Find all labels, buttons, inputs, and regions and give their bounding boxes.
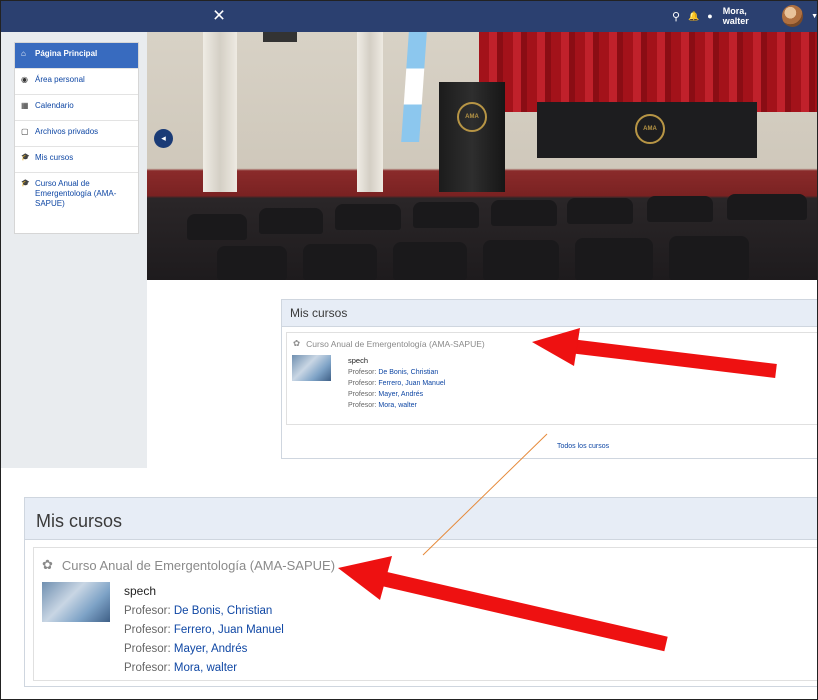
sidebar-item-my-courses[interactable]: 🎓 Mis cursos	[15, 147, 138, 173]
sidebar: ⌂ Página Principal ◉ Área personal ▦ Cal…	[0, 32, 147, 468]
graduation-cap-icon: 🎓	[21, 154, 30, 161]
teacher-label: Profesor:	[124, 643, 171, 655]
sidebar-item-dashboard[interactable]: ◉ Área personal	[15, 69, 138, 95]
seat	[413, 202, 479, 228]
sidebar-item-course[interactable]: 🎓 Curso Anual de Emergentología (AMA-SAP…	[15, 173, 138, 233]
file-icon: ▢	[21, 127, 29, 136]
curtain	[479, 32, 818, 112]
all-courses-link[interactable]: Todos los cursos	[557, 443, 609, 450]
sidebar-item-home[interactable]: ⌂ Página Principal	[15, 43, 138, 69]
pillar	[357, 32, 383, 192]
course-icon: ✿	[293, 338, 301, 348]
seat	[669, 236, 749, 280]
teacher-line: Profesor: De Bonis, Christian	[124, 605, 272, 617]
logo-emblem: AMA	[457, 102, 487, 132]
course-thumbnail[interactable]	[292, 355, 331, 381]
sidebar-item-label: Página Principal	[35, 49, 98, 58]
teacher-line: Profesor: Mora, walter	[348, 402, 417, 409]
top-navbar: × ⚲ 🔔 ● Mora, walter ▼	[0, 0, 818, 32]
course-card: ✿ Curso Anual de Emergentología (AMA-SAP…	[286, 332, 818, 425]
seat	[259, 208, 323, 234]
teacher-link[interactable]: Mayer, Andrés	[174, 643, 248, 655]
chat-icon[interactable]: ●	[707, 11, 712, 21]
navbar-actions: ⚲ 🔔 ● Mora, walter ▼	[672, 0, 818, 32]
flag	[401, 32, 427, 142]
course-card: ✿ Curso Anual de Emergentología (AMA-SAP…	[33, 547, 818, 681]
navigation-block: ⌂ Página Principal ◉ Área personal ▦ Cal…	[14, 42, 139, 234]
seat	[567, 198, 633, 224]
sidebar-item-label: Archivos privados	[35, 127, 99, 136]
dashboard-icon: ◉	[21, 75, 28, 84]
logo-emblem: AMA	[635, 114, 665, 144]
teacher-label: Profesor:	[124, 624, 171, 636]
course-icon: ✿	[42, 557, 53, 572]
block-title: Mis cursos	[282, 300, 818, 327]
chevron-down-icon[interactable]: ▼	[811, 13, 818, 20]
teacher-line: Profesor: Mayer, Andrés	[348, 391, 423, 398]
teacher-link[interactable]: De Bonis, Christian	[174, 605, 272, 617]
pillar	[203, 32, 237, 192]
sidebar-item-label: Calendario	[35, 101, 74, 110]
sidebar-item-private-files[interactable]: ▢ Archivos privados	[15, 121, 138, 147]
course-thumbnail[interactable]	[42, 582, 110, 622]
course-title-link[interactable]: ✿ Curso Anual de Emergentología (AMA-SAP…	[293, 338, 485, 349]
teacher-line: Profesor: Ferrero, Juan Manuel	[348, 380, 445, 387]
hero-image: AMA AMA	[147, 32, 818, 280]
search-icon[interactable]: ⚲	[672, 10, 680, 23]
course-summary: spech	[124, 584, 157, 598]
seat	[727, 194, 807, 220]
carousel-prev-button[interactable]: ◂	[154, 129, 173, 148]
course-title[interactable]: Curso Anual de Emergentología (AMA-SAPUE…	[306, 339, 485, 349]
course-summary: spech	[348, 356, 369, 365]
seat	[393, 242, 467, 280]
seat	[217, 246, 287, 280]
seat	[575, 238, 653, 280]
my-courses-block-small: Mis cursos ✿ Curso Anual de Emergentolog…	[281, 299, 818, 459]
seat	[303, 244, 377, 280]
teacher-link[interactable]: Ferrero, Juan Manuel	[378, 380, 445, 387]
teacher-link[interactable]: Mora, walter	[378, 402, 417, 409]
teacher-label: Profesor:	[348, 369, 377, 376]
teacher-line: Profesor: Mora, walter	[124, 662, 237, 674]
sidebar-item-calendar[interactable]: ▦ Calendario	[15, 95, 138, 121]
sidebar-item-label: Área personal	[35, 75, 85, 84]
sidebar-item-label: Curso Anual de Emergentología (AMA-SAPUE…	[35, 179, 117, 208]
stage-table: AMA	[537, 102, 757, 158]
course-title[interactable]: Curso Anual de Emergentología (AMA-SAPUE…	[62, 558, 335, 573]
my-courses-block-zoomed: Mis cursos ✿ Curso Anual de Emergentolog…	[24, 497, 818, 687]
teacher-label: Profesor:	[348, 391, 377, 398]
teacher-line: Profesor: Mayer, Andrés	[124, 643, 247, 655]
teacher-label: Profesor:	[124, 605, 171, 617]
bell-icon[interactable]: 🔔	[688, 11, 699, 22]
seat	[187, 214, 247, 240]
seat	[491, 200, 557, 226]
seat	[335, 204, 401, 230]
teacher-link[interactable]: Mora, walter	[174, 662, 237, 674]
seat	[647, 196, 713, 222]
teacher-line: Profesor: Ferrero, Juan Manuel	[124, 624, 284, 636]
teacher-label: Profesor:	[124, 662, 171, 674]
teacher-link[interactable]: De Bonis, Christian	[378, 369, 438, 376]
teacher-link[interactable]: Ferrero, Juan Manuel	[174, 624, 284, 636]
home-icon: ⌂	[21, 49, 26, 58]
teacher-link[interactable]: Mayer, Andrés	[378, 391, 423, 398]
user-menu-name[interactable]: Mora, walter	[723, 6, 774, 26]
seat	[483, 240, 559, 280]
avatar[interactable]	[781, 5, 804, 27]
sidebar-item-label: Mis cursos	[35, 153, 74, 162]
graduation-cap-icon: 🎓	[21, 180, 30, 187]
tv-screen	[263, 32, 297, 42]
teacher-label: Profesor:	[348, 402, 377, 409]
teacher-label: Profesor:	[348, 380, 377, 387]
calendar-icon: ▦	[21, 101, 29, 110]
block-title: Mis cursos	[25, 498, 818, 540]
course-title-link[interactable]: ✿ Curso Anual de Emergentología (AMA-SAP…	[42, 557, 335, 573]
podium: AMA	[439, 82, 505, 192]
close-drawer-icon[interactable]: ×	[208, 3, 230, 29]
teacher-line: Profesor: De Bonis, Christian	[348, 369, 438, 376]
